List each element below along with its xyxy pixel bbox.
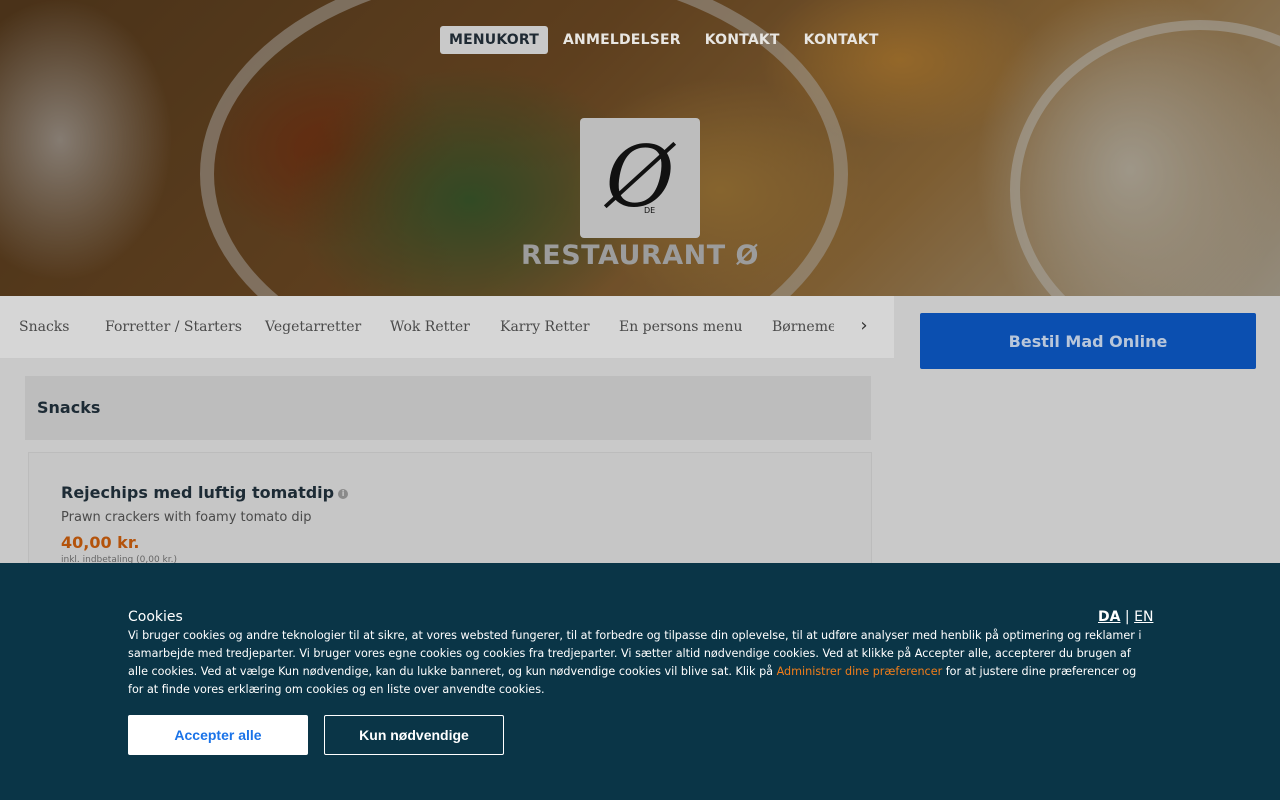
nav-item-kontakt-2[interactable]: KONTAKT — [795, 26, 888, 54]
top-navigation: MENUKORT ANMELDELSER KONTAKT KONTAKT — [440, 26, 894, 54]
menu-section-header: Snacks — [25, 376, 871, 440]
order-online-button[interactable]: Bestil Mad Online — [920, 313, 1256, 369]
menu-item-price: 40,00 kr. — [61, 533, 140, 552]
column-divider — [894, 296, 896, 566]
category-bar: Snacks Forretter / Starters Vegetarrette… — [0, 296, 894, 359]
logo-glyph: Ø — [605, 128, 675, 226]
restaurant-logo: Ø DE — [580, 118, 700, 238]
category-tab-karry-retter[interactable]: Karry Retter — [500, 319, 590, 335]
menu-item-name: Rejechips med luftig tomatdip i — [61, 483, 349, 502]
language-da-link[interactable]: DA — [1098, 609, 1120, 625]
cookie-description: Vi bruger cookies og andre teknologier t… — [128, 627, 1152, 699]
nav-item-kontakt[interactable]: KONTAKT — [696, 26, 789, 54]
section-title: Snacks — [37, 398, 101, 417]
chevron-right-icon[interactable]: › — [854, 314, 874, 338]
category-tab-vegetarretter[interactable]: Vegetarretter — [265, 319, 361, 335]
category-tab-boernemenu[interactable]: Børneme — [772, 319, 834, 335]
language-en-link[interactable]: EN — [1134, 609, 1153, 625]
info-icon[interactable]: i — [338, 488, 349, 499]
category-tab-forretter[interactable]: Forretter / Starters — [105, 319, 242, 335]
language-switcher: DA | EN — [1098, 609, 1153, 625]
accept-all-button[interactable]: Accepter alle — [128, 715, 308, 755]
category-tab-en-persons-menu[interactable]: En persons menu — [619, 319, 742, 335]
cookie-banner: Cookies DA | EN Vi bruger cookies og and… — [0, 563, 1280, 800]
menu-item-card[interactable]: Rejechips med luftig tomatdip i Prawn cra… — [28, 452, 872, 574]
nav-item-menukort[interactable]: MENUKORT — [440, 26, 549, 54]
category-tab-snacks[interactable]: Snacks — [19, 319, 69, 335]
restaurant-name: RESTAURANT Ø — [520, 240, 760, 271]
nav-item-anmeldelser[interactable]: ANMELDELSER — [554, 26, 690, 54]
menu-item-name-text: Rejechips med luftig tomatdip — [61, 483, 335, 502]
language-separator: | — [1124, 609, 1130, 625]
logo-subtext: DE — [644, 206, 656, 215]
category-tab-wok-retter[interactable]: Wok Retter — [390, 319, 470, 335]
cookie-title: Cookies — [128, 609, 183, 625]
necessary-only-button[interactable]: Kun nødvendige — [324, 715, 504, 755]
manage-preferences-link[interactable]: Administrer dine præferencer — [777, 665, 943, 678]
menu-item-description: Prawn crackers with foamy tomato dip — [61, 510, 312, 525]
